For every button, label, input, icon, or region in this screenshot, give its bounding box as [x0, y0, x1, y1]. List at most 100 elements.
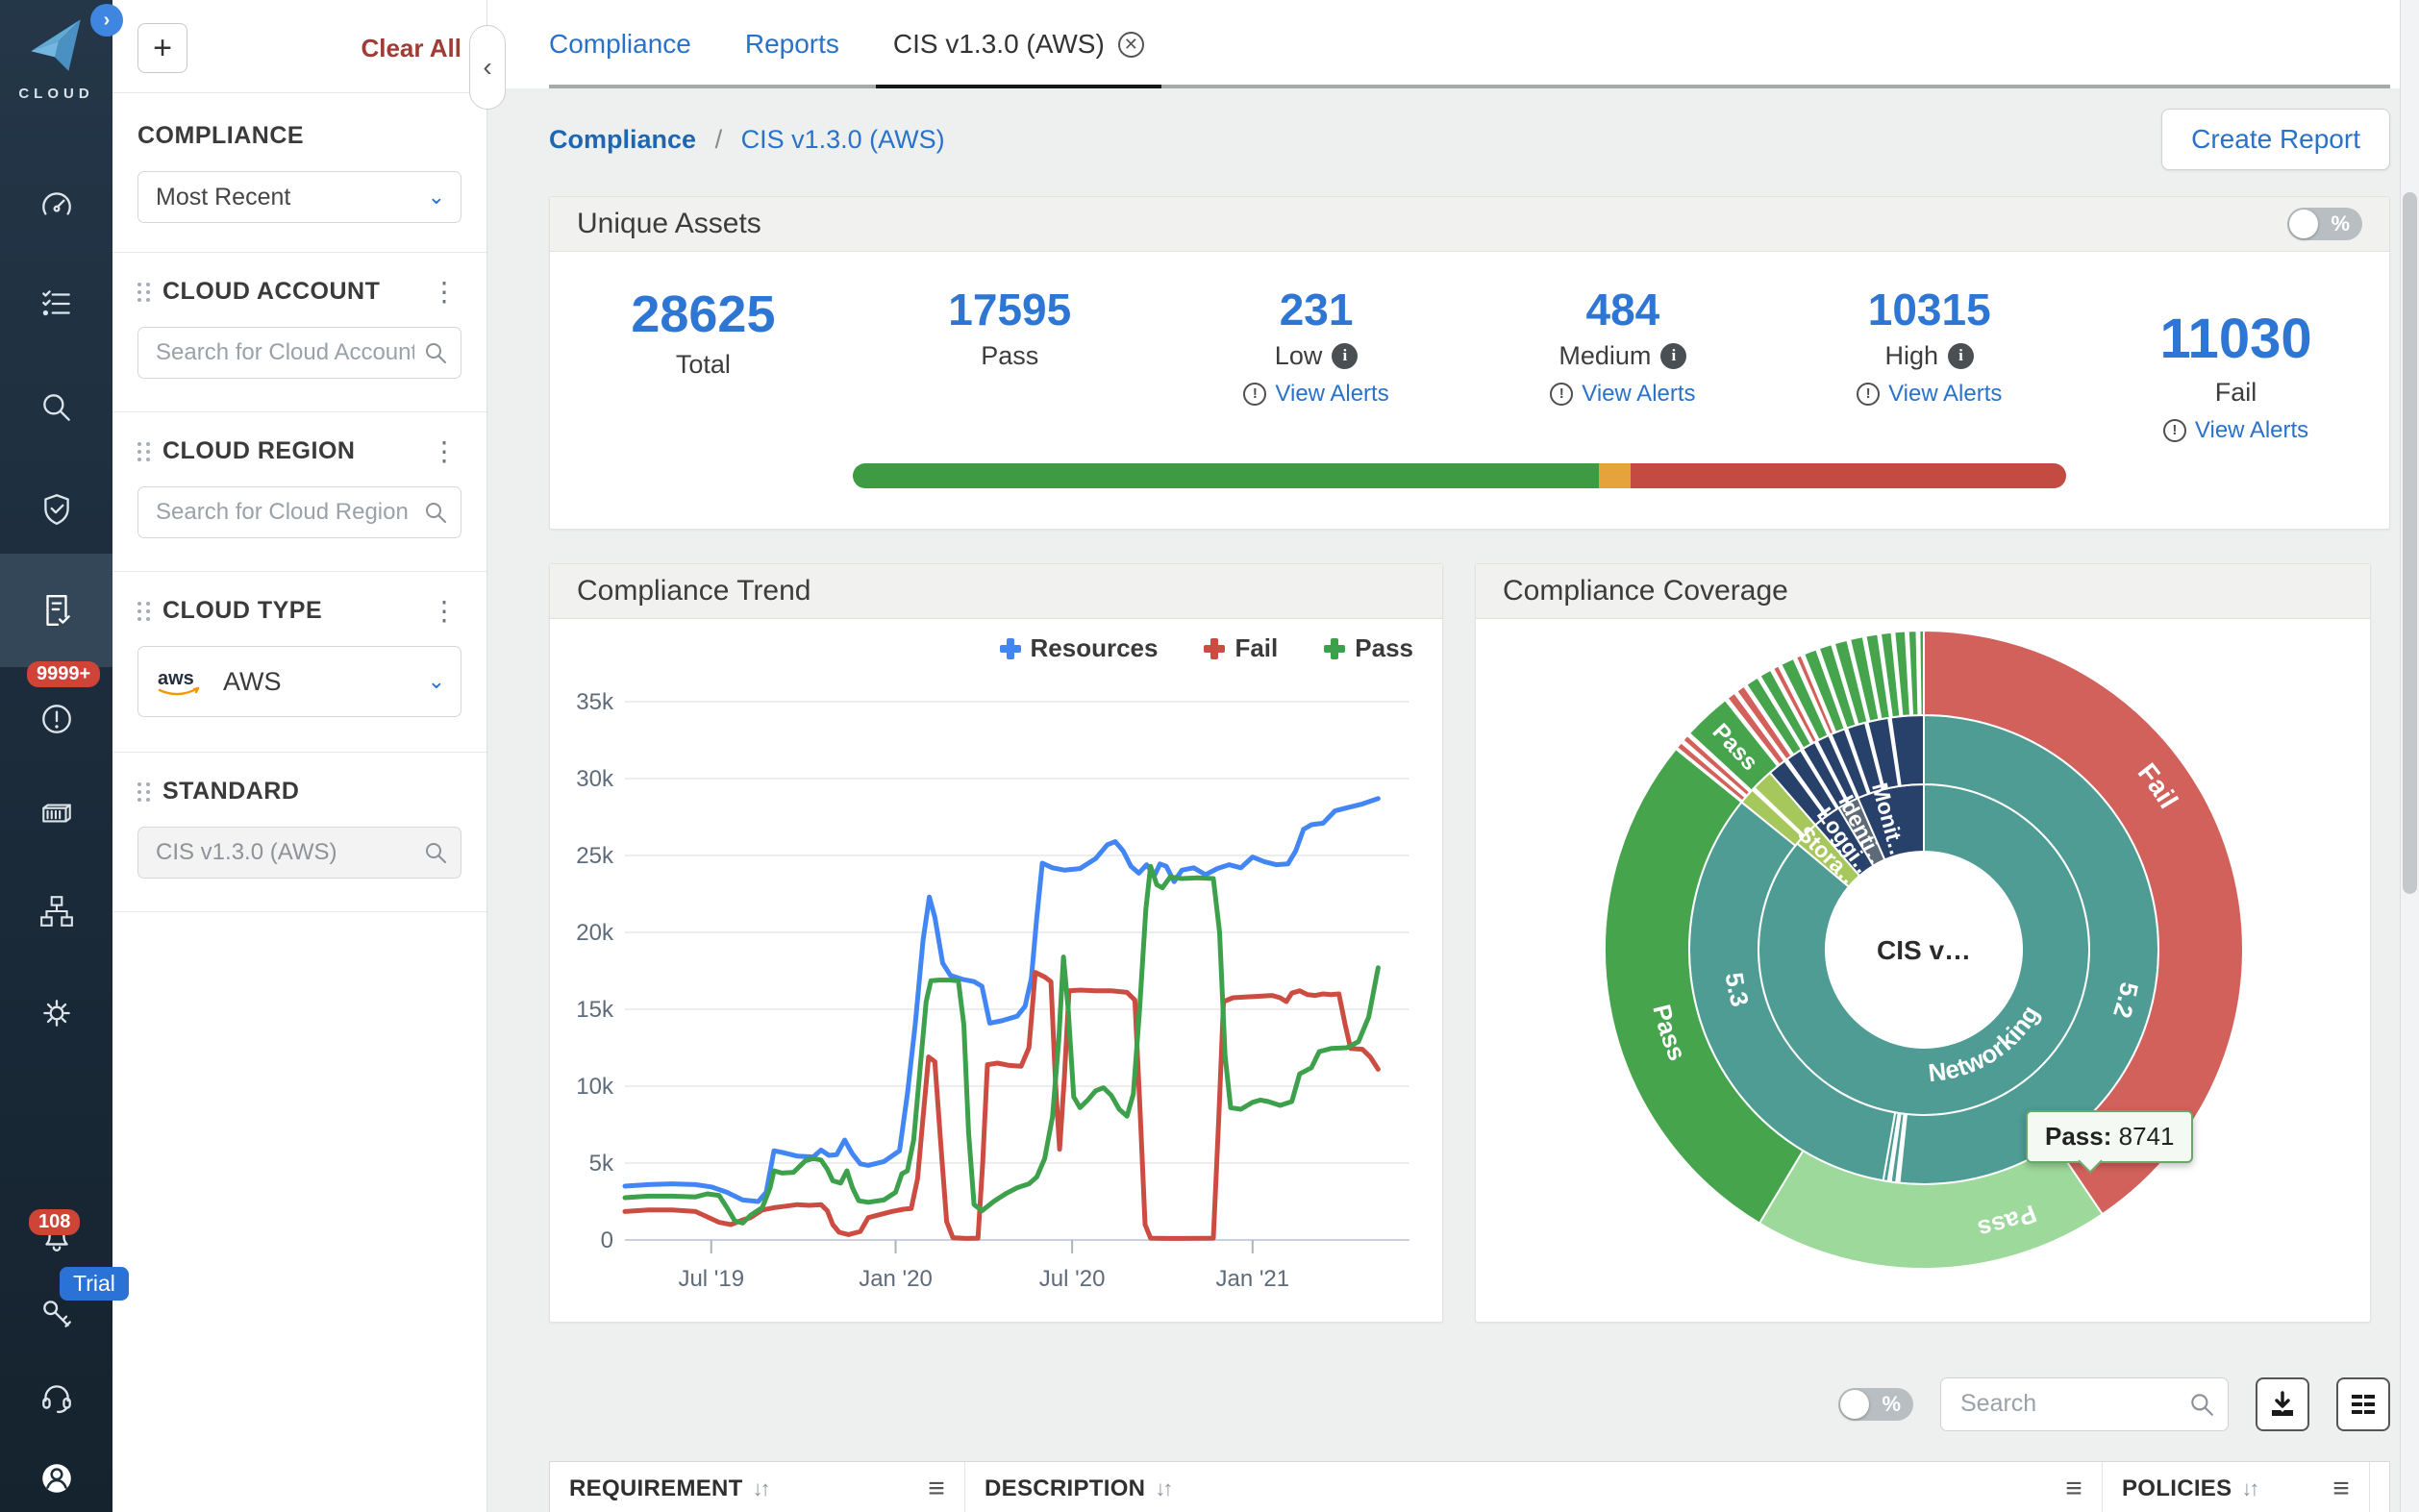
drag-handle-icon[interactable]	[137, 442, 151, 461]
sidebar-item-policies[interactable]	[0, 463, 112, 556]
main-content: ‹ ComplianceReportsCIS v1.3.0 (AWS)✕ Com…	[487, 0, 2419, 1512]
breadcrumb-parent-link[interactable]: Compliance	[549, 125, 696, 154]
view-alerts-link[interactable]: !View Alerts	[1163, 381, 1470, 408]
sort-icon[interactable]: ↓↑	[753, 1476, 768, 1501]
sidebar-item-search[interactable]	[0, 361, 112, 454]
close-tab-icon[interactable]: ✕	[1118, 32, 1144, 58]
cloud-account-menu-icon[interactable]: ⋮	[427, 283, 461, 302]
create-report-button[interactable]: Create Report	[2161, 109, 2390, 170]
gauge-icon	[38, 187, 75, 224]
view-alerts-text: View Alerts	[1582, 381, 1695, 408]
tab-cis-v1-3-0-aws-[interactable]: CIS v1.3.0 (AWS)✕	[893, 0, 1144, 88]
stat-value: 10315	[1776, 285, 2082, 335]
tab-reports[interactable]: Reports	[745, 0, 839, 88]
shield-check-icon	[38, 491, 75, 528]
info-icon[interactable]: i	[1948, 343, 1974, 369]
column-menu-icon[interactable]: ≡	[2332, 1473, 2350, 1505]
sidebar-item-compliance[interactable]	[0, 554, 112, 667]
stat-low: 231Lowi!View Alerts	[1163, 285, 1470, 444]
sidebar-item-profile[interactable]	[0, 1432, 112, 1512]
drag-handle-icon[interactable]	[137, 602, 151, 621]
info-icon[interactable]: i	[1660, 343, 1686, 369]
collapse-panel-button[interactable]: ‹	[469, 25, 506, 110]
add-filter-button[interactable]: +	[137, 23, 187, 73]
svg-text:Jul '19: Jul '19	[678, 1266, 744, 1292]
view-alerts-link[interactable]: !View Alerts	[1469, 381, 1776, 408]
stat-label: Lowi	[1163, 341, 1470, 371]
clear-all-filters-link[interactable]: Clear All	[361, 34, 461, 63]
drag-handle-icon[interactable]	[137, 283, 151, 302]
standard-section-label: STANDARD	[162, 778, 461, 806]
cloud-region-search	[137, 486, 461, 538]
scrollbar-thumb[interactable]	[2403, 192, 2417, 894]
network-icon	[38, 893, 75, 930]
page-scrollbar[interactable]	[2400, 0, 2419, 1512]
coverage-sunburst-chart[interactable]: NetworkingStora…Loggi…Identi…Monit…5.25.…	[1476, 619, 2370, 1322]
breadcrumb: Compliance / CIS v1.3.0 (AWS)	[549, 125, 945, 155]
svg-text:35k: 35k	[576, 689, 614, 715]
tab-label: Reports	[745, 29, 839, 60]
tab-compliance[interactable]: Compliance	[549, 0, 691, 88]
column-header-requirement: REQUIREMENT ↓↑ ≡	[550, 1462, 965, 1512]
cloud-type-select[interactable]: aws AWS ⌄	[137, 646, 461, 717]
svg-text:5k: 5k	[589, 1151, 614, 1177]
table-controls: %	[549, 1376, 2390, 1432]
bar-segment-1	[1599, 463, 1631, 488]
column-header-label[interactable]: POLICIES	[2122, 1475, 2232, 1502]
sidebar-item-compute[interactable]	[0, 767, 112, 859]
view-alerts-link[interactable]: !View Alerts	[1776, 381, 2082, 408]
column-settings-button[interactable]	[2336, 1377, 2390, 1431]
logo-text: CLOUD	[0, 86, 112, 102]
sunburst-center-label: CIS v…	[1877, 935, 1971, 965]
sidebar-item-settings[interactable]	[0, 967, 112, 1059]
alerts-count-badge: 9999+	[27, 661, 100, 687]
active-tab-underline	[876, 85, 1161, 88]
table-search	[1940, 1377, 2229, 1431]
legend-item-fail[interactable]: Fail	[1204, 634, 1278, 663]
stat-label-text: Medium	[1559, 341, 1651, 371]
column-menu-icon[interactable]: ≡	[2065, 1473, 2082, 1505]
cloud-region-menu-icon[interactable]: ⋮	[427, 442, 461, 461]
cloud-type-menu-icon[interactable]: ⋮	[427, 602, 461, 621]
expand-rail-button[interactable]: ›	[90, 4, 123, 37]
table-search-input[interactable]	[1940, 1377, 2229, 1431]
info-icon[interactable]: i	[1332, 343, 1358, 369]
sidebar-item-network[interactable]	[0, 865, 112, 957]
container-icon	[38, 795, 75, 831]
legend-item-resources[interactable]: Resources	[1000, 634, 1159, 663]
aws-logo-icon: aws	[156, 665, 206, 698]
breadcrumb-current-link[interactable]: CIS v1.3.0 (AWS)	[741, 125, 945, 154]
sort-icon[interactable]: ↓↑	[1155, 1476, 1170, 1501]
sort-icon[interactable]: ↓↑	[2241, 1476, 2257, 1501]
stats-row: 28625Total17595Pass231Lowi!View Alerts48…	[550, 252, 2389, 448]
trend-line-chart: 35k30k25k20k15k10k5k0Jul '19Jan '20Jul '…	[558, 663, 1434, 1298]
sidebar-item-dashboard[interactable]	[0, 160, 112, 252]
view-alerts-text: View Alerts	[1888, 381, 2002, 408]
logo-icon	[25, 15, 88, 75]
trial-badge: Trial	[60, 1267, 129, 1301]
sidebar-item-inventory[interactable]	[0, 258, 112, 350]
unique-assets-card: Unique Assets % 28625Total17595Pass231Lo…	[549, 196, 2390, 530]
column-menu-icon[interactable]: ≡	[928, 1473, 945, 1505]
cloud-region-search-input[interactable]	[137, 486, 461, 538]
stat-label: Highi	[1776, 341, 2082, 371]
tab-bar: Compliance Reports CIS v1.3.0 (AWS)✕	[487, 0, 2419, 88]
column-header-label[interactable]: REQUIREMENT	[569, 1475, 743, 1502]
cloud-type-value: AWS	[223, 667, 282, 697]
drag-handle-icon[interactable]	[137, 782, 151, 802]
nav-rail: › CLOUD	[0, 0, 112, 1512]
download-button[interactable]	[2256, 1377, 2309, 1431]
view-alerts-link[interactable]: !View Alerts	[2082, 417, 2389, 444]
sort-select[interactable]: Most Recent ⌄	[137, 171, 461, 223]
legend-item-pass[interactable]: Pass	[1324, 634, 1413, 663]
percent-toggle[interactable]: %	[2287, 208, 2362, 240]
sidebar-item-support[interactable]	[0, 1351, 112, 1444]
chevron-down-icon: ⌄	[428, 185, 445, 210]
table-percent-toggle[interactable]: %	[1838, 1388, 1913, 1421]
view-alerts-text: View Alerts	[1275, 381, 1388, 408]
sunburst-segment[interactable]	[1919, 631, 1924, 715]
standard-search-input[interactable]	[137, 827, 461, 879]
svg-text:10k: 10k	[576, 1074, 614, 1100]
cloud-account-search-input[interactable]	[137, 327, 461, 379]
column-header-label[interactable]: DESCRIPTION	[985, 1475, 1145, 1502]
